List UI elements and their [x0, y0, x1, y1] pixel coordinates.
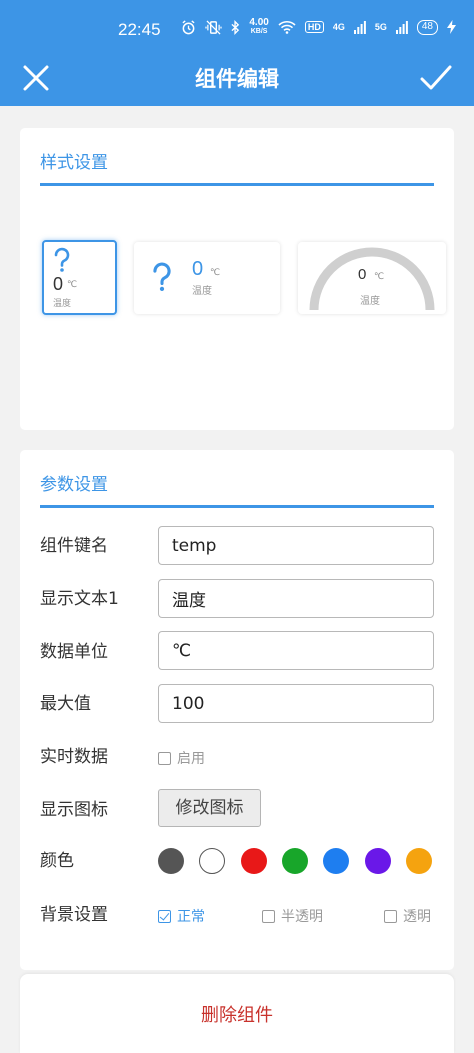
bg-option-translucent[interactable]: 半透明	[262, 906, 323, 926]
checkbox-box	[158, 751, 171, 765]
charging-icon	[447, 20, 456, 34]
wifi-icon	[278, 21, 296, 34]
question-icon	[54, 247, 70, 272]
style-option-horizontal[interactable]: 0 ℃ 温度	[134, 242, 280, 314]
key-name-label: 组件键名	[40, 536, 108, 556]
bg-option-transparent[interactable]: 透明	[384, 906, 431, 926]
signal-icon	[395, 20, 408, 34]
option-value: 0	[192, 258, 204, 280]
checkbox-label: 正常	[177, 909, 205, 925]
option-label: 温度	[360, 296, 380, 307]
checkbox-label: 半透明	[281, 909, 323, 925]
battery-indicator: 48	[416, 19, 438, 35]
realtime-enable-checkbox[interactable]: 启用	[158, 748, 205, 768]
network-4g: 4G	[332, 22, 345, 32]
color-swatch[interactable]	[240, 848, 267, 874]
status-time: 22:45	[118, 20, 161, 39]
footer-card: 删除组件	[20, 974, 454, 1053]
color-swatch[interactable]	[364, 848, 391, 874]
style-settings-card: 样式设置 0 ℃ 温度 0 ℃ 温度 0 ℃ 温度	[20, 128, 454, 430]
question-icon	[153, 262, 171, 291]
section-divider	[40, 183, 434, 186]
style-option-compact[interactable]: 0 ℃ 温度	[42, 240, 117, 315]
page-title: 组件编辑	[195, 67, 279, 91]
hd-badge: HD	[304, 21, 324, 33]
status-bar: 22:45 4.00 KB/S HD 4G 5G 48	[0, 0, 474, 58]
network-5g: 5G	[374, 22, 387, 32]
display-icon-label: 显示图标	[40, 800, 108, 820]
check-icon[interactable]	[420, 62, 452, 94]
bg-option-normal[interactable]: 正常	[158, 906, 205, 926]
color-swatch[interactable]	[405, 848, 432, 874]
style-option-gauge[interactable]: 0 ℃ 温度	[298, 242, 446, 314]
checkbox-label: 透明	[403, 909, 431, 925]
section-title-style: 样式设置	[40, 153, 108, 173]
option-label: 温度	[53, 299, 72, 309]
option-value: 0	[53, 274, 64, 294]
checkbox-label: 启用	[177, 751, 205, 767]
checkbox-box	[262, 909, 275, 923]
option-unit: ℃	[374, 272, 385, 282]
background-label: 背景设置	[40, 905, 108, 925]
data-unit-label: 数据单位	[40, 642, 108, 662]
delete-component-button[interactable]: 删除组件	[20, 1001, 454, 1027]
display-text-label: 显示文本1	[40, 589, 119, 609]
section-title-params: 参数设置	[40, 475, 108, 495]
section-divider	[40, 505, 434, 508]
status-icons: 4.00 KB/S HD 4G 5G 48	[181, 18, 456, 36]
color-swatch[interactable]	[199, 848, 226, 874]
app-header: 22:45 4.00 KB/S HD 4G 5G 48 组件编辑	[0, 0, 474, 106]
alarm-icon	[182, 19, 195, 34]
bluetooth-icon	[231, 19, 240, 35]
param-settings-card: 参数设置 组件键名 显示文本1 数据单位 最大值 实时数据 启用 显示图标 修改…	[20, 450, 454, 970]
color-label: 颜色	[40, 851, 74, 871]
color-swatch[interactable]	[158, 848, 184, 874]
option-unit: ℃	[67, 280, 78, 290]
net-speed: 4.00 KB/S	[249, 17, 269, 36]
realtime-data-label: 实时数据	[40, 747, 108, 767]
option-unit: ℃	[210, 268, 221, 278]
data-unit-input[interactable]	[158, 631, 434, 670]
checkbox-box	[384, 909, 397, 923]
key-name-input[interactable]	[158, 526, 434, 565]
color-swatch[interactable]	[323, 848, 350, 874]
option-value: 0	[358, 266, 367, 283]
max-value-label: 最大值	[40, 694, 91, 714]
max-value-input[interactable]	[158, 684, 434, 723]
display-text-input[interactable]	[158, 579, 434, 618]
color-swatch[interactable]	[281, 848, 308, 874]
signal-icon	[353, 20, 366, 34]
vibrate-icon	[205, 19, 222, 35]
checkbox-box	[158, 909, 171, 923]
change-icon-button[interactable]: 修改图标	[158, 789, 261, 827]
option-label: 温度	[192, 286, 212, 297]
